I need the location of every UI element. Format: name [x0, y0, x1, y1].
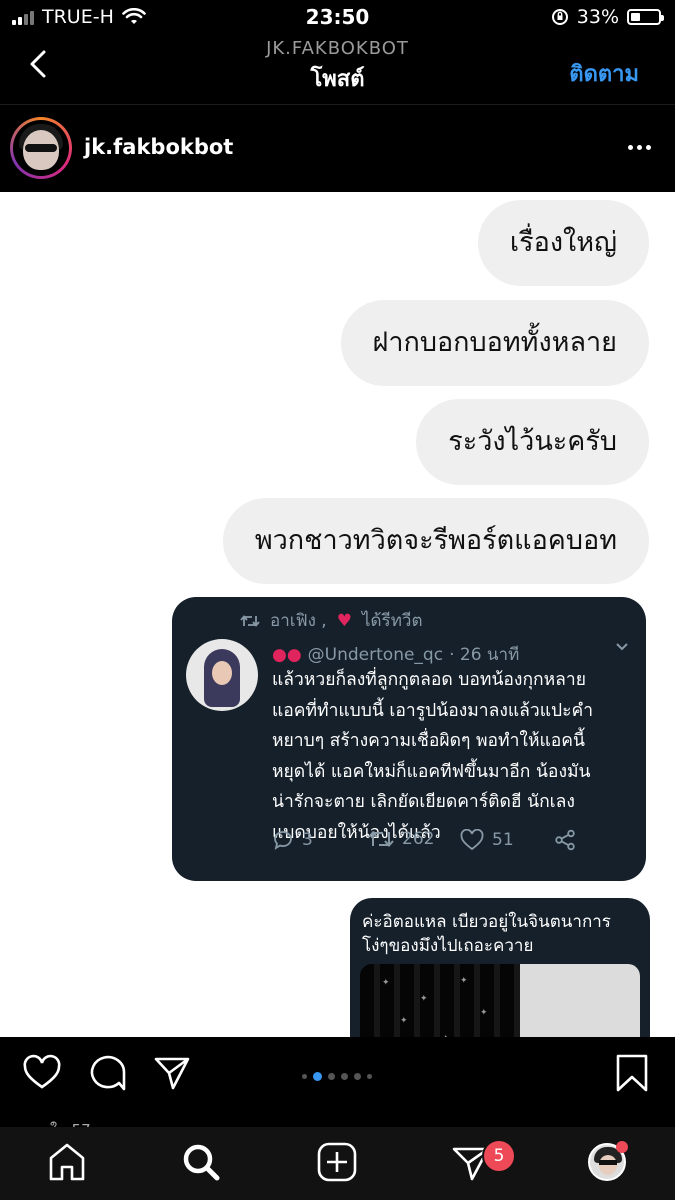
retweet-icon [368, 830, 394, 848]
carousel-dots [302, 1072, 372, 1081]
activity-dot [616, 1141, 628, 1153]
status-right: 33% [551, 6, 664, 28]
new-post-icon[interactable] [316, 1141, 358, 1183]
tweet-reply: 3 [272, 829, 313, 851]
second-tweet-text: ค่ะอิตอแหล เบียวอยู่ในจินตนาการ โง่ๆของม… [362, 910, 646, 958]
bookmark-icon[interactable] [614, 1053, 650, 1093]
cherry-emoji-icon: ●● [272, 644, 302, 665]
tweet-actions: 3 262 51 [272, 829, 612, 859]
battery-icon [627, 9, 664, 25]
reply-count: 3 [302, 830, 313, 850]
tweet-line: หยุดได้ แอคใหม่ก็แอคทีฟขึ้นมาอีก น้องมัน [272, 761, 591, 782]
retweet-line: อาเฟิง , ♥ ได้รีทวีต [240, 607, 422, 634]
status-bar: TRUE-H 23:50 33% [0, 0, 675, 34]
dm-badge: 5 [482, 1139, 516, 1173]
post-image[interactable]: เรื่องใหญ่ ฝากบอกบอททั้งหลาย ระวังไว้นะค… [0, 192, 675, 1037]
post-username[interactable]: jk.fakbokbot [84, 135, 233, 159]
retweet-by: อาเฟิง , [270, 611, 327, 631]
chat-bubble: พวกชาวทวิตจะรีพอร์ตแอคบอท [222, 498, 649, 584]
battery-fill [631, 13, 640, 21]
chevron-down-icon [616, 643, 628, 651]
tweet-time: · 26 นาที [449, 645, 520, 665]
more-options-icon[interactable] [628, 145, 651, 150]
share-direct-icon[interactable] [152, 1053, 192, 1093]
like-icon [460, 829, 484, 851]
tweet-line: หยาบๆ สร้างความเชื่อผิดๆ พอทำให้แอคนี้ [272, 731, 585, 751]
chat-bubble: เรื่องใหญ่ [477, 200, 649, 286]
second-tweet: ค่ะอิตอแหล เบียวอยู่ในจินตนาการ โง่ๆของม… [350, 898, 650, 1037]
retweet-count: 262 [402, 829, 435, 849]
chat-bubble: ฝากบอกบอททั้งหลาย [340, 300, 649, 386]
battery-percent: 33% [576, 6, 619, 28]
share-icon [555, 829, 575, 851]
bottom-tab-bar: 5 [0, 1127, 675, 1200]
search-icon[interactable] [180, 1141, 222, 1183]
post-actions-bar [0, 1037, 675, 1127]
like-heart-icon[interactable] [22, 1053, 62, 1093]
tweet-line: โง่ๆของมึงไปเถอะควาย [362, 936, 534, 956]
tweet-avatar [186, 639, 258, 711]
post-header: jk.fakbokbot [0, 105, 675, 192]
heart-emoji-icon: ♥ [336, 610, 352, 631]
tweet-line: แอคที่ทำแบบนี้ เอารูปน้องมาลงแล้วแปะคำ [272, 700, 594, 721]
rotation-lock-icon [551, 9, 568, 25]
home-icon[interactable] [46, 1141, 88, 1183]
embedded-tweet: อาเฟิง , ♥ ได้รีทวีต ●● @Undertone_qc · … [172, 597, 646, 881]
chat-bubble: ระวังไว้นะครับ [416, 399, 649, 485]
tweet-like: 51 [460, 829, 514, 851]
tweet-media: ✦ ✦ ✦ ✦ ✦ ✦ [360, 964, 640, 1037]
nav-header: JK.FAKBOKBOT โพสต์ ติดตาม [0, 34, 675, 105]
comment-icon[interactable] [88, 1053, 128, 1093]
reply-icon [274, 831, 292, 850]
retweet-suffix: ได้รีทวีต [361, 611, 423, 631]
like-count: 51 [492, 830, 514, 850]
tweet-line: ค่ะอิตอแหล เบียวอยู่ในจินตนาการ [362, 912, 611, 932]
tweet-meta: ●● @Undertone_qc · 26 นาที [272, 641, 519, 668]
follow-button[interactable]: ติดตาม [569, 56, 639, 91]
tweet-line: น่ารักจะตาย เลิกยัดเยียดคาร์ติดฮี นักเลง [272, 792, 575, 812]
tweet-retweet: 262 [368, 829, 434, 849]
tweet-handle: @Undertone_qc [307, 644, 444, 665]
tweet-body: แล้วหวยก็ลงที่ลูกกูตลอด บอทน้องกุกหลาย แ… [272, 665, 632, 848]
avatar[interactable] [10, 117, 72, 179]
tweet-share [554, 829, 576, 851]
tweet-line: แล้วหวยก็ลงที่ลูกกูตลอด บอทน้องกุกหลาย [272, 670, 586, 690]
retweet-icon [240, 614, 260, 627]
